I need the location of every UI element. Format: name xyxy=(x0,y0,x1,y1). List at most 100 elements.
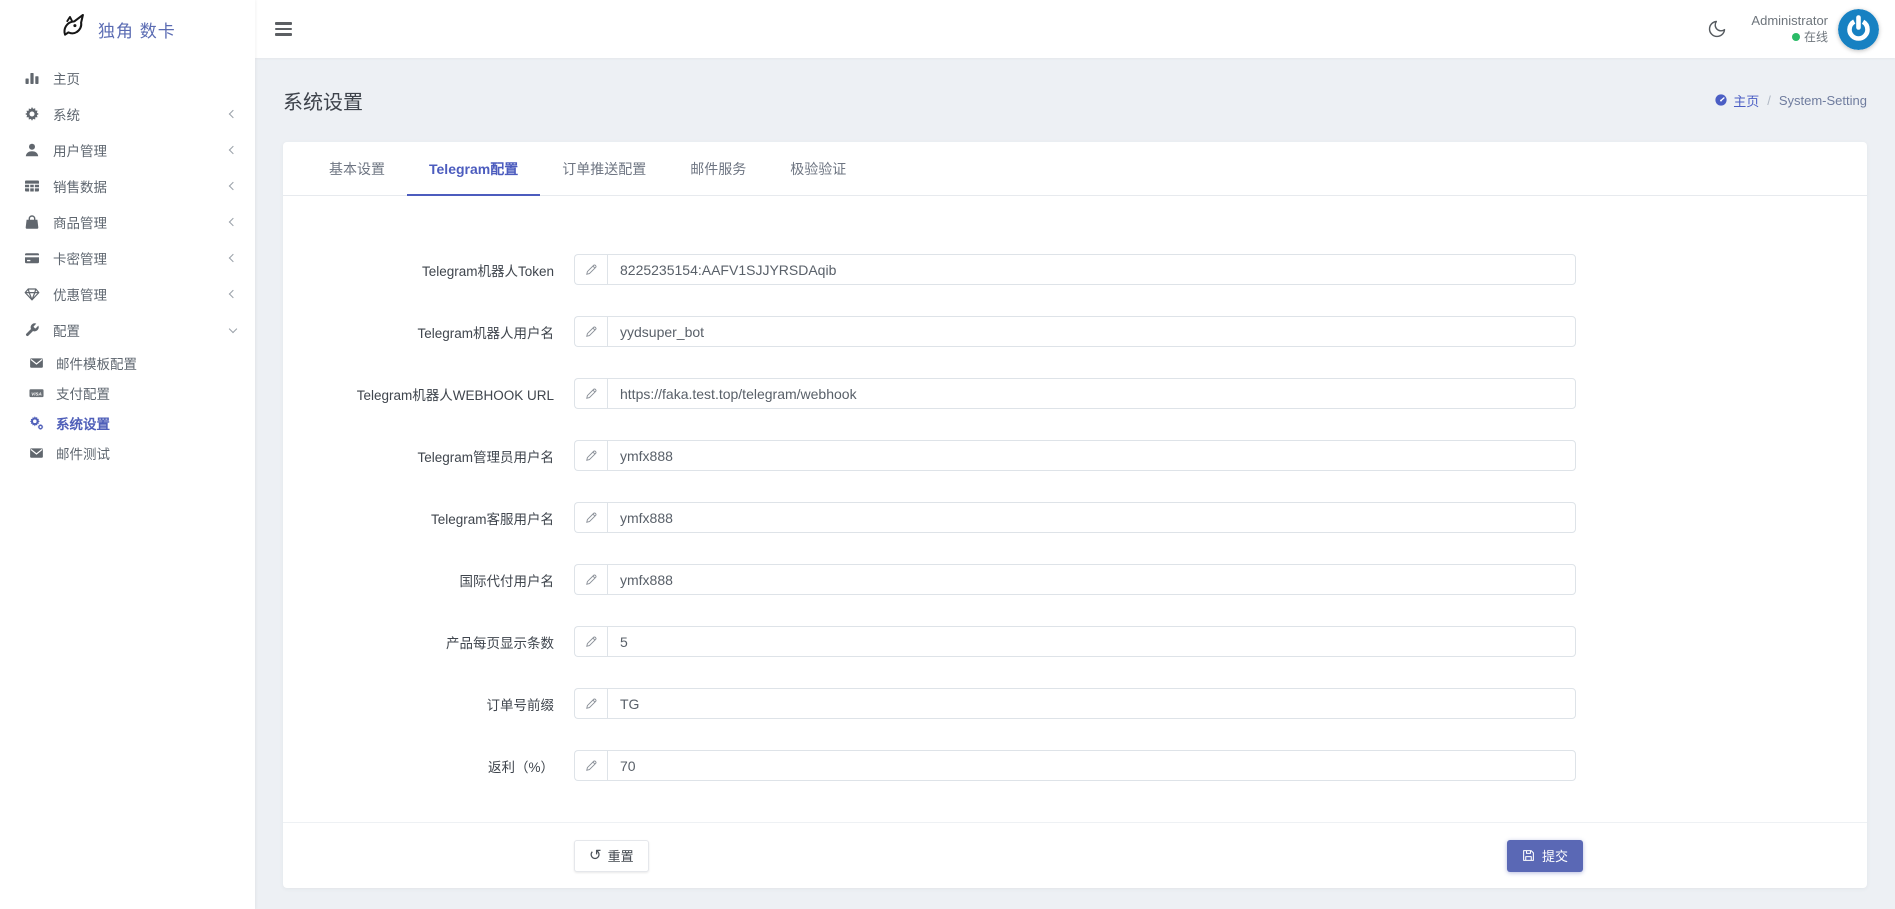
visa-icon: VISA xyxy=(29,386,44,401)
hamburger-menu-button[interactable] xyxy=(273,18,294,40)
telegram-admin-username-input[interactable] xyxy=(607,440,1576,471)
breadcrumb-home-label: 主页 xyxy=(1733,91,1759,110)
gem-icon xyxy=(23,286,40,303)
brand[interactable]: 独角 数卡 xyxy=(0,0,255,58)
sidebar-item-users[interactable]: 用户管理 xyxy=(0,132,255,168)
chevron-left-icon xyxy=(229,146,237,154)
sidebar-item-card-secrets[interactable]: 卡密管理 xyxy=(0,240,255,276)
sidebar-item-label: 销售数据 xyxy=(53,176,107,196)
topbar-right: Administrator 在线 xyxy=(1707,9,1879,50)
chevron-left-icon xyxy=(229,110,237,118)
tab-basic-settings[interactable]: 基本设置 xyxy=(307,142,407,195)
avatar[interactable] xyxy=(1838,9,1879,50)
tab-telegram-config[interactable]: Telegram配置 xyxy=(407,142,540,195)
sidebar-item-label: 卡密管理 xyxy=(53,248,107,268)
field-label: Telegram管理员用户名 xyxy=(283,446,566,466)
settings-card: 基本设置 Telegram配置 订单推送配置 邮件服务 极验验证 Telegra… xyxy=(283,142,1867,888)
pencil-icon xyxy=(574,378,607,409)
chevron-left-icon xyxy=(229,218,237,226)
breadcrumb-home-link[interactable]: 主页 xyxy=(1714,91,1759,110)
field-label: 返利（%） xyxy=(283,756,566,776)
power-logo-icon xyxy=(1838,9,1879,50)
form-row: 返利（%） xyxy=(283,750,1867,781)
sidebar-item-system-setting[interactable]: 系统设置 xyxy=(0,408,255,438)
telegram-webhook-url-input[interactable] xyxy=(607,378,1576,409)
credit-card-icon xyxy=(23,250,40,267)
telegram-bot-token-input[interactable] xyxy=(607,254,1576,285)
field-label: Telegram客服用户名 xyxy=(283,508,566,528)
page-title: 系统设置 xyxy=(283,86,363,115)
rebate-percent-input[interactable] xyxy=(607,750,1576,781)
pencil-icon xyxy=(574,750,607,781)
submit-button[interactable]: 提交 xyxy=(1507,840,1583,872)
sidebar-item-system[interactable]: 系统 xyxy=(0,96,255,132)
dashboard-icon xyxy=(1714,93,1728,107)
order-prefix-input[interactable] xyxy=(607,688,1576,719)
chevron-down-icon xyxy=(229,324,237,332)
sidebar-menu: 主页 系统 用户管理 销售数据 xyxy=(0,58,255,468)
sidebar-item-label: 用户管理 xyxy=(53,140,107,160)
gear-icon xyxy=(23,106,40,123)
form-row: 产品每页显示条数 xyxy=(283,626,1867,657)
save-icon xyxy=(1522,849,1535,862)
sidebar-item-label: 邮件测试 xyxy=(56,443,110,463)
form-row: Telegram机器人Token xyxy=(283,254,1867,285)
sidebar-item-coupons[interactable]: 优惠管理 xyxy=(0,276,255,312)
telegram-bot-username-input[interactable] xyxy=(607,316,1576,347)
reset-button-label: 重置 xyxy=(608,846,634,865)
form-row: Telegram管理员用户名 xyxy=(283,440,1867,471)
sidebar-item-label: 邮件模板配置 xyxy=(56,353,137,373)
sidebar-item-label: 主页 xyxy=(53,68,80,88)
telegram-support-username-input[interactable] xyxy=(607,502,1576,533)
chart-bar-icon xyxy=(23,70,40,87)
breadcrumb-current: System-Setting xyxy=(1779,93,1867,108)
reset-button[interactable]: ↺ 重置 xyxy=(574,840,649,872)
tab-geetest[interactable]: 极验验证 xyxy=(768,142,868,195)
online-status-label: 在线 xyxy=(1804,30,1828,46)
intl-pay-username-input[interactable] xyxy=(607,564,1576,595)
tab-order-push-config[interactable]: 订单推送配置 xyxy=(540,142,668,195)
field-label: 国际代付用户名 xyxy=(283,570,566,590)
svg-text:VISA: VISA xyxy=(31,392,42,397)
pencil-icon xyxy=(574,440,607,471)
shopping-bag-icon xyxy=(23,214,40,231)
unicorn-logo-icon xyxy=(54,12,88,46)
pencil-icon xyxy=(574,316,607,347)
products-per-page-input[interactable] xyxy=(607,626,1576,657)
field-label: Telegram机器人Token xyxy=(283,260,566,280)
sidebar-item-label: 支付配置 xyxy=(56,383,110,403)
sidebar-item-home[interactable]: 主页 xyxy=(0,60,255,96)
sidebar-item-config[interactable]: 配置 xyxy=(0,312,255,348)
field-label: 产品每页显示条数 xyxy=(283,632,566,652)
form-row: Telegram机器人用户名 xyxy=(283,316,1867,347)
wrench-icon xyxy=(23,322,40,339)
sidebar-item-label: 优惠管理 xyxy=(53,284,107,304)
card-footer: ↺ 重置 提交 xyxy=(283,822,1867,888)
breadcrumb-separator: / xyxy=(1767,93,1771,108)
tab-bar: 基本设置 Telegram配置 订单推送配置 邮件服务 极验验证 xyxy=(283,142,1867,196)
moon-icon xyxy=(1707,19,1727,39)
telegram-config-form: Telegram机器人Token Telegram机器人用户名 xyxy=(283,196,1867,781)
dark-mode-toggle[interactable] xyxy=(1707,19,1727,39)
sidebar-item-label: 系统设置 xyxy=(56,413,110,433)
page-header: 系统设置 主页 / System-Setting xyxy=(283,58,1867,142)
user-menu[interactable]: Administrator 在线 xyxy=(1751,13,1828,45)
sidebar-item-products[interactable]: 商品管理 xyxy=(0,204,255,240)
form-row: Telegram机器人WEBHOOK URL xyxy=(283,378,1867,409)
brand-title: 独角 数卡 xyxy=(98,17,176,42)
content: 系统设置 主页 / System-Setting xyxy=(255,58,1895,909)
chevron-left-icon xyxy=(229,254,237,262)
form-row: 国际代付用户名 xyxy=(283,564,1867,595)
sidebar: 独角 数卡 主页 系统 用户管理 xyxy=(0,0,255,909)
sidebar-item-payment-config[interactable]: VISA 支付配置 xyxy=(0,378,255,408)
sidebar-item-email-test[interactable]: 邮件测试 xyxy=(0,438,255,468)
user-status: 在线 xyxy=(1751,30,1828,46)
field-label: 订单号前缀 xyxy=(283,694,566,714)
sidebar-item-sales-data[interactable]: 销售数据 xyxy=(0,168,255,204)
chevron-left-icon xyxy=(229,290,237,298)
sidebar-item-email-template-config[interactable]: 邮件模板配置 xyxy=(0,348,255,378)
user-icon xyxy=(23,142,40,159)
tab-email-service[interactable]: 邮件服务 xyxy=(668,142,768,195)
online-status-dot xyxy=(1792,33,1800,41)
cogs-icon xyxy=(29,416,44,431)
